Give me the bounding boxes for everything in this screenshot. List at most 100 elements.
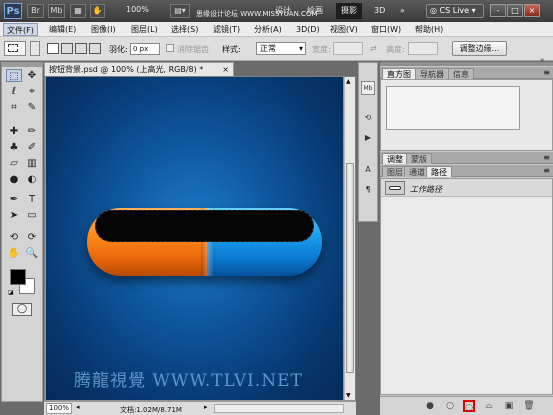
subtract-from-selection-icon[interactable] <box>75 43 87 54</box>
more-workspaces-button[interactable]: » <box>395 3 410 19</box>
new-path-icon[interactable]: ▣ <box>503 400 515 412</box>
make-work-path-icon[interactable]: ⌓ <box>483 400 495 412</box>
default-colors-icon[interactable]: ◪ <box>8 289 14 296</box>
paths-panel-menu-icon[interactable]: ≡ <box>543 166 550 175</box>
3d-rotate-tool-icon[interactable]: ⟲ <box>6 231 22 244</box>
zoom-field[interactable]: 100% <box>46 403 72 414</box>
preset-dropdown-icon[interactable] <box>30 41 40 56</box>
add-to-selection-icon[interactable] <box>61 43 73 54</box>
workspace-painting[interactable]: 绘画 <box>302 3 328 19</box>
history-panel-icon[interactable]: ⟲ <box>361 111 375 125</box>
chevron-down-icon: ▾ <box>298 44 303 53</box>
blur-tool-icon[interactable]: ● <box>6 173 22 186</box>
menu-edit[interactable]: 编辑(E) <box>46 23 79 36</box>
gradient-tool-icon[interactable]: ▥ <box>24 157 40 170</box>
workspace-photography[interactable]: 摄影 <box>336 3 362 19</box>
tab-masks[interactable]: 蒙版 <box>406 153 432 164</box>
lasso-tool-icon[interactable]: ℓ <box>6 85 22 98</box>
minimize-button[interactable]: - <box>490 4 506 17</box>
menu-select[interactable]: 选择(S) <box>168 23 201 36</box>
menu-filter[interactable]: 滤镜(T) <box>210 23 243 36</box>
delete-path-icon[interactable]: 🗑 <box>523 400 535 412</box>
character-panel-icon[interactable]: A <box>361 163 375 177</box>
tab-histogram[interactable]: 直方图 <box>382 68 416 79</box>
swap-icon[interactable]: ⇄ <box>370 44 377 53</box>
height-input[interactable] <box>408 42 438 55</box>
tab-paths[interactable]: 路径 <box>426 166 452 177</box>
horizontal-scrollbar[interactable] <box>214 404 344 413</box>
hand-icon[interactable]: ✋ <box>90 4 105 18</box>
history-brush-tool-icon[interactable]: ✐ <box>24 141 40 154</box>
panel-menu-icon[interactable]: ≡ <box>543 68 550 77</box>
zoom-tool-icon[interactable]: 🔍 <box>24 247 40 260</box>
arrange-documents-icon[interactable]: ▤▾ <box>170 4 190 18</box>
mini-bridge-button[interactable]: Mb <box>48 4 65 18</box>
clone-stamp-tool-icon[interactable]: ♣ <box>6 141 22 154</box>
antialias-checkbox[interactable] <box>166 44 174 52</box>
workspace-3d[interactable]: 3D <box>369 3 390 19</box>
tab-adjustments[interactable]: 调整 <box>382 153 408 164</box>
menu-3d[interactable]: 3D(D) <box>293 23 323 36</box>
mini-bridge-panel-icon[interactable]: Mb <box>361 81 375 95</box>
bridge-button[interactable]: Br <box>27 4 44 18</box>
dodge-tool-icon[interactable]: ◐ <box>24 173 40 186</box>
refine-edge-button[interactable]: 调整边缘... <box>452 41 507 56</box>
image-watermark: 腾龍視覺 WWW.TLVI.NET <box>74 371 303 391</box>
close-button[interactable]: × <box>524 4 540 17</box>
quick-selection-tool-icon[interactable]: ⌖ <box>24 85 40 98</box>
menu-help[interactable]: 帮助(H) <box>412 23 446 36</box>
menu-file[interactable]: 文件(F) <box>3 23 38 36</box>
menu-analysis[interactable]: 分析(A) <box>251 23 285 36</box>
menu-window[interactable]: 窗口(W) <box>368 23 404 36</box>
eyedropper-tool-icon[interactable]: ✎ <box>24 101 40 114</box>
intersect-selection-icon[interactable] <box>89 43 101 54</box>
crop-tool-icon[interactable]: ⌗ <box>6 101 22 114</box>
close-document-icon[interactable]: × <box>222 63 229 76</box>
quick-mask-icon[interactable]: ◯ <box>12 303 32 316</box>
document-tab[interactable]: 按钮背景.psd @ 100% (上高光, RGB/8) * × <box>44 62 234 76</box>
scrollbar-thumb[interactable] <box>346 163 354 373</box>
menu-image[interactable]: 图像(I) <box>88 23 119 36</box>
style-select[interactable]: 正常 ▾ <box>256 42 306 55</box>
eraser-tool-icon[interactable]: ▱ <box>6 157 22 170</box>
paragraph-panel-icon[interactable]: ¶ <box>361 183 375 197</box>
type-tool-icon[interactable]: T <box>24 193 40 206</box>
fill-path-icon[interactable]: ● <box>424 400 436 412</box>
tab-info[interactable]: 信息 <box>448 68 474 79</box>
vertical-scrollbar[interactable]: ▲ ▼ <box>344 77 355 400</box>
rectangular-marquee-tool-icon[interactable]: ⬚ <box>6 69 22 82</box>
options-bar: 羽化: 0 px 消除锯齿 样式: 正常 ▾ 宽度: ⇄ 高度: 调整边缘... <box>0 37 553 61</box>
view-extras-icon[interactable]: ▦ <box>70 4 86 18</box>
hand-tool-icon[interactable]: ✋ <box>6 247 22 260</box>
scroll-down-icon[interactable]: ▼ <box>346 392 351 399</box>
status-nav-icon[interactable]: ◂ <box>76 403 80 411</box>
maximize-button[interactable]: □ <box>507 4 523 17</box>
menu-view[interactable]: 视图(V) <box>327 23 361 36</box>
stroke-path-icon[interactable]: ○ <box>444 400 456 412</box>
spot-healing-tool-icon[interactable]: ✚ <box>6 125 22 138</box>
tool-preset-picker[interactable] <box>4 41 26 56</box>
adjustments-panel-menu-icon[interactable]: ≡ <box>543 153 550 162</box>
path-selection-tool-icon[interactable]: ➤ <box>6 209 22 222</box>
pen-tool-icon[interactable]: ✒ <box>6 193 22 206</box>
feather-input[interactable]: 0 px <box>130 43 160 55</box>
3d-orbit-tool-icon[interactable]: ⟳ <box>24 231 40 244</box>
width-input[interactable] <box>333 42 363 55</box>
list-item[interactable] <box>381 179 552 197</box>
marquee-selection[interactable] <box>95 210 314 242</box>
load-path-as-selection-button[interactable]: ◌ <box>463 400 475 413</box>
new-selection-icon[interactable] <box>47 43 59 54</box>
tab-navigator[interactable]: 导航器 <box>415 68 449 79</box>
move-tool-icon[interactable]: ✥ <box>24 69 40 82</box>
actions-panel-icon[interactable]: ▶ <box>361 131 375 145</box>
cs-live-button[interactable]: ◎ CS Live ▾ <box>426 4 484 18</box>
workspace-design[interactable]: 设计 <box>270 3 296 19</box>
rectangle-shape-tool-icon[interactable]: ▭ <box>24 209 40 222</box>
status-menu-icon[interactable]: ▸ <box>204 403 208 411</box>
brush-tool-icon[interactable]: ✏ <box>24 125 40 138</box>
zoom-level-select[interactable]: 100% <box>126 5 149 14</box>
scroll-up-icon[interactable]: ▲ <box>346 78 351 85</box>
foreground-color-swatch[interactable] <box>10 269 26 285</box>
collapse-panels-icon[interactable]: » <box>540 56 544 64</box>
menu-layer[interactable]: 图层(L) <box>128 23 161 36</box>
